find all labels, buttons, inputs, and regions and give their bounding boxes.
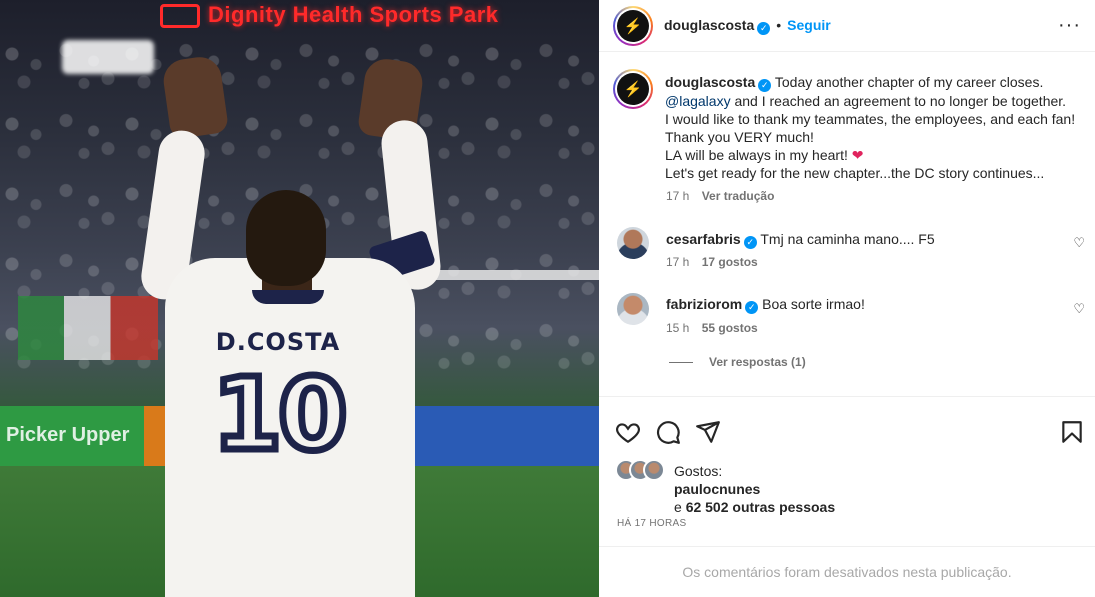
actions-section: Gostos: paulocnunes e 62 502 outras pess…: [599, 396, 1095, 546]
share-paper-plane-icon[interactable]: [695, 419, 721, 445]
author-avatar[interactable]: ⚡: [613, 6, 653, 46]
post-time[interactable]: HÁ 17 HORAS: [617, 518, 686, 529]
comment-username[interactable]: fabriziorom: [666, 296, 742, 312]
red-heart-icon: ❤: [851, 147, 864, 163]
comment-item: cesarfabris ✓ Tmj na caminha mano.... F5: [666, 230, 935, 249]
likes-others-prefix: e: [674, 499, 686, 515]
left-hand: [160, 54, 230, 140]
like-heart-icon[interactable]: [615, 419, 641, 445]
likes-label: Gostos:: [674, 463, 723, 479]
caption-line-5: Let's get ready for the new chapter...th…: [665, 165, 1045, 181]
caption-avatar[interactable]: ⚡: [613, 69, 653, 109]
header-username[interactable]: douglascosta: [664, 17, 754, 33]
caption-line-1: Today another chapter of my career close…: [774, 74, 1044, 90]
comment-text: Tmj na caminha mano.... F5: [760, 231, 935, 247]
comment-time: 15 h: [666, 321, 690, 335]
likes-others-count[interactable]: 62 502 outras pessoas: [686, 499, 835, 515]
header-user-line: douglascosta ✓ • Seguir: [664, 17, 831, 35]
replies-line: [669, 362, 693, 364]
comment-meta: 15 h 55 gostos: [666, 321, 758, 335]
jersey-name: D.COSTA: [215, 328, 341, 356]
verified-badge-icon: ✓: [745, 301, 759, 314]
verified-badge-icon: ✓: [743, 236, 757, 249]
post-photo[interactable]: Dignity Health Sports Park Picker Upper …: [0, 0, 599, 597]
post-panel: ⚡ douglascosta ✓ • Seguir ··· ⚡ douglascost…: [599, 0, 1095, 597]
comment-meta: 17 h 17 gostos: [666, 255, 758, 269]
liker-username[interactable]: paulocnunes: [674, 481, 760, 497]
liker-avatar: [643, 459, 665, 481]
jersey-number: 10: [209, 356, 351, 473]
comment-username[interactable]: cesarfabris: [666, 231, 741, 247]
head: [246, 190, 326, 286]
caption-line-3: I would like to thank my teammates, the …: [665, 111, 1076, 145]
comment-bubble-icon[interactable]: [655, 419, 681, 445]
mention-link[interactable]: @lagalaxy: [665, 93, 731, 109]
commenter-avatar[interactable]: [617, 227, 649, 259]
comment-likes[interactable]: 55 gostos: [702, 321, 758, 335]
commenter-avatar[interactable]: [617, 293, 649, 325]
player-figure: D.COSTA 10: [0, 0, 599, 597]
comment-text: Boa sorte irmao!: [762, 296, 865, 312]
jersey-collar: [252, 290, 324, 304]
separator-dot: •: [776, 17, 782, 33]
lightning-logo-icon: ⚡: [617, 10, 649, 42]
caption-line-2: and I reached an agreement to no longer …: [730, 93, 1067, 109]
verified-badge-icon: ✓: [758, 79, 772, 92]
caption: douglascosta ✓ Today another chapter of m…: [665, 73, 1081, 182]
comments-section: ⚡ douglascosta ✓ Today another chapter of…: [599, 53, 1095, 395]
more-options-icon[interactable]: ···: [1058, 14, 1081, 37]
caption-line-4: LA will be always in my heart!: [665, 147, 852, 163]
lightning-logo-icon: ⚡: [617, 73, 649, 105]
view-replies-label: Ver respostas (1): [709, 355, 806, 369]
likes-others: e 62 502 outras pessoas: [674, 499, 835, 515]
caption-username[interactable]: douglascosta: [665, 74, 755, 90]
verified-badge-icon: ✓: [757, 22, 771, 35]
comment-item: fabriziorom ✓ Boa sorte irmao!: [666, 295, 865, 314]
caption-meta: 17 h Ver tradução: [666, 189, 774, 203]
comment-like-heart-icon[interactable]: ♡: [1073, 301, 1085, 317]
follow-button[interactable]: Seguir: [787, 17, 831, 33]
view-replies-button[interactable]: Ver respostas (1): [669, 355, 806, 369]
comment-time: 17 h: [666, 255, 690, 269]
comment-likes[interactable]: 17 gostos: [702, 255, 758, 269]
caption-time: 17 h: [666, 189, 690, 203]
comment-like-heart-icon[interactable]: ♡: [1073, 235, 1085, 251]
see-translation-button[interactable]: Ver tradução: [702, 189, 775, 203]
comments-disabled-notice: Os comentários foram desativados nesta p…: [599, 546, 1095, 597]
save-bookmark-icon[interactable]: [1059, 419, 1085, 445]
post-header: ⚡ douglascosta ✓ • Seguir ···: [599, 0, 1095, 52]
